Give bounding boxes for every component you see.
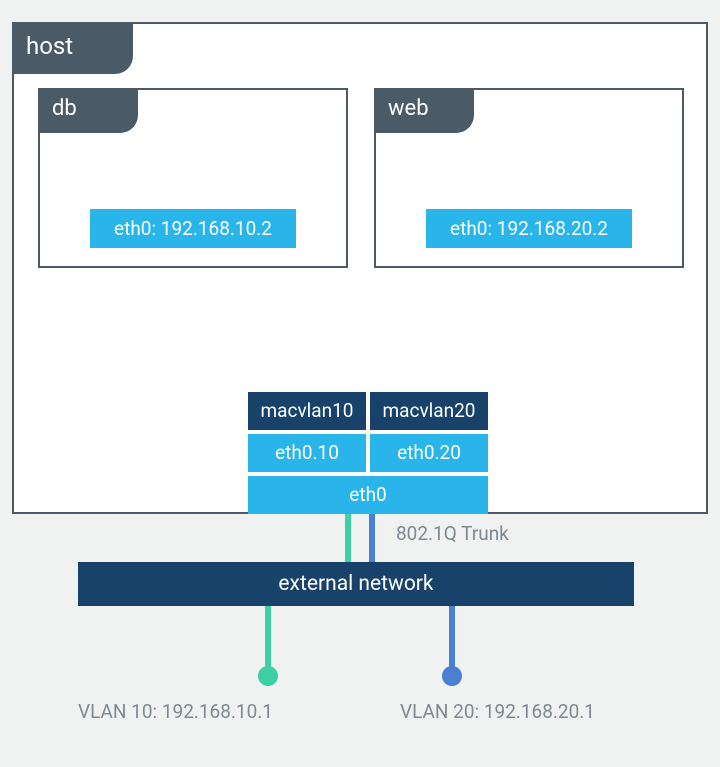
eth0-10: eth0.10: [248, 434, 366, 472]
web-eth0: eth0: 192.168.20.2: [426, 209, 632, 248]
eth0-20: eth0.20: [370, 434, 488, 472]
subeth-row: eth0.10 eth0.20: [248, 434, 488, 472]
db-label: db: [38, 88, 138, 133]
trunk-label: 802.1Q Trunk: [396, 522, 509, 545]
db-container: db eth0: 192.168.10.2: [38, 88, 348, 268]
macvlan-row: macvlan10 macvlan20: [248, 392, 488, 430]
host-label: host: [12, 22, 133, 74]
host-container: host db eth0: 192.168.10.2 web eth0: 192…: [12, 22, 708, 514]
vlan-20-label: VLAN 20: 192.168.20.1: [400, 700, 595, 723]
db-eth0: eth0: 192.168.10.2: [90, 209, 296, 248]
web-container: web eth0: 192.168.20.2: [374, 88, 684, 268]
web-label: web: [374, 88, 474, 133]
external-network: external network: [78, 562, 634, 606]
macvlan10: macvlan10: [248, 392, 366, 430]
eth0-interface: eth0: [248, 476, 488, 514]
vlan-10-label: VLAN 10: 192.168.10.1: [78, 700, 273, 723]
macvlan20: macvlan20: [370, 392, 488, 430]
network-diagram: host db eth0: 192.168.10.2 web eth0: 192…: [0, 0, 720, 767]
